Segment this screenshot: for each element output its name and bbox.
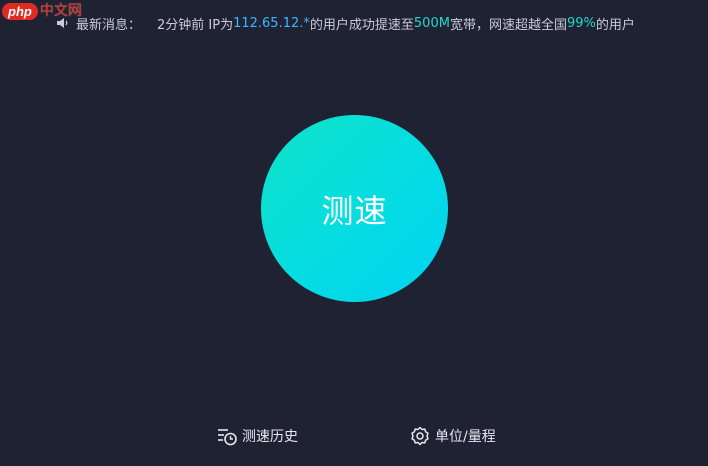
news-mid: 的用户成功提速至 — [309, 17, 414, 33]
news-ticker: 最新消息： 2分钟前 IP为 112.65.12.* 的用户成功提速至 500M 宽带，… — [56, 14, 635, 33]
gear-icon — [411, 426, 429, 446]
speaker-icon — [57, 18, 68, 28]
unit-range-label: 单位/量程 — [435, 429, 496, 445]
news-ip: 112.65.12.* — [233, 15, 310, 31]
unit-range-button[interactable]: 单位/量程 — [409, 424, 496, 448]
start-speed-test-button[interactable]: 测速 — [261, 115, 448, 302]
history-icon — [218, 429, 237, 446]
history-label: 测速历史 — [242, 429, 298, 445]
news-suffix: 的用户 — [595, 17, 635, 33]
speed-test-label: 测速 — [321, 191, 388, 230]
news-prefix: 2分钟前 IP为 — [157, 17, 234, 33]
news-label: 最新消息： — [76, 17, 142, 33]
logo-php-text: php — [2, 2, 38, 20]
history-button[interactable]: 测速历史 — [216, 424, 298, 448]
news-speed: 500M — [413, 15, 450, 31]
news-percent: 99% — [566, 15, 596, 31]
news-mid2: 宽带，网速超越全国 — [449, 17, 567, 33]
